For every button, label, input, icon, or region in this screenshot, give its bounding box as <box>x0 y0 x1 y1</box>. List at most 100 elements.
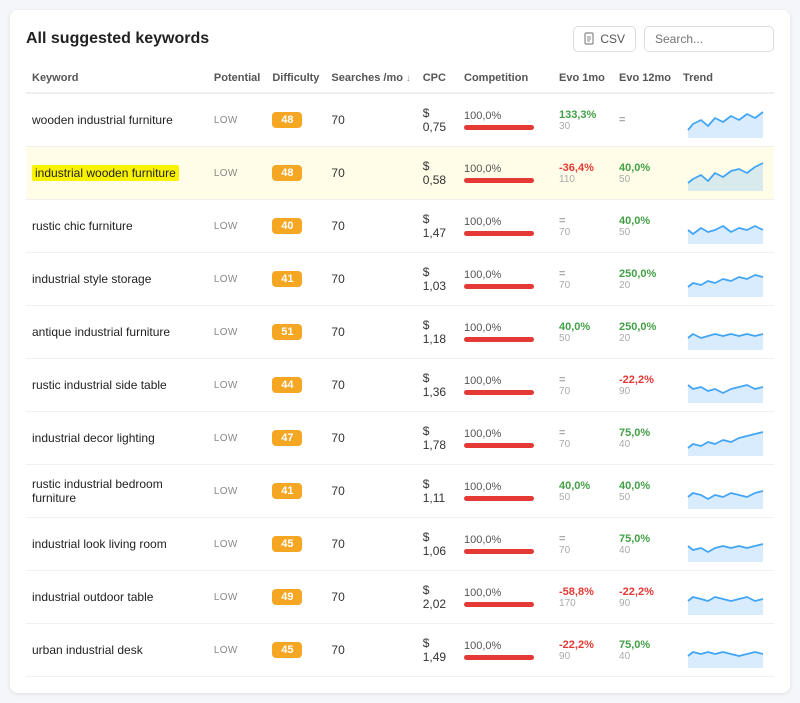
searches-cell: 70 <box>325 412 416 465</box>
difficulty-cell: 48 <box>266 93 325 147</box>
cpc-cell: $ 1,06 <box>417 518 458 571</box>
evo12mo-value: -22,2% <box>619 374 671 386</box>
competition-value: 100,0% <box>464 216 547 228</box>
potential-cell: LOW <box>208 465 266 518</box>
difficulty-cell: 49 <box>266 571 325 624</box>
col-evo12mo: Evo 12mo <box>613 66 677 93</box>
keyword-cell: wooden industrial furniture <box>26 93 208 147</box>
evo12mo-cell: 40,0% 50 <box>613 465 677 518</box>
evo12mo-sub: 40 <box>619 545 671 556</box>
evo1mo-value: -58,8% <box>559 586 607 598</box>
difficulty-cell: 44 <box>266 359 325 412</box>
keyword-cell: antique industrial furniture <box>26 306 208 359</box>
competition-bar-fill <box>464 284 534 289</box>
potential-cell: LOW <box>208 359 266 412</box>
competition-cell: 100,0% <box>458 571 553 624</box>
trend-sparkline <box>683 314 768 350</box>
searches-cell: 70 <box>325 93 416 147</box>
evo12mo-sub: 20 <box>619 280 671 291</box>
competition-bar-bg <box>464 125 534 130</box>
evo12mo-cell: 40,0% 50 <box>613 147 677 200</box>
searches-cell: 70 <box>325 306 416 359</box>
trend-sparkline <box>683 155 768 191</box>
potential-cell: LOW <box>208 253 266 306</box>
col-searches[interactable]: Searches /mo <box>325 66 416 93</box>
evo1mo-sub: 170 <box>559 598 607 609</box>
table-row: industrial outdoor tableLOW4970$ 2,02 10… <box>26 571 774 624</box>
evo1mo-cell: -58,8% 170 <box>553 571 613 624</box>
evo12mo-cell: 75,0% 40 <box>613 624 677 677</box>
cpc-cell: $ 2,02 <box>417 571 458 624</box>
header-row: Keyword Potential Difficulty Searches /m… <box>26 66 774 93</box>
difficulty-cell: 48 <box>266 147 325 200</box>
competition-value: 100,0% <box>464 110 547 122</box>
cpc-cell: $ 1,03 <box>417 253 458 306</box>
table-row: wooden industrial furnitureLOW4870$ 0,75… <box>26 93 774 147</box>
competition-bar-fill <box>464 178 534 183</box>
evo1mo-cell: = 70 <box>553 253 613 306</box>
evo1mo-cell: -22,2% 90 <box>553 624 613 677</box>
evo1mo-value: 40,0% <box>559 321 607 333</box>
keyword-cell: rustic industrial side table <box>26 359 208 412</box>
col-competition: Competition <box>458 66 553 93</box>
evo12mo-value: 40,0% <box>619 480 671 492</box>
difficulty-badge: 41 <box>272 271 302 287</box>
cpc-cell: $ 0,58 <box>417 147 458 200</box>
potential-cell: LOW <box>208 571 266 624</box>
competition-bar-bg <box>464 337 534 342</box>
evo1mo-sub: 70 <box>559 545 607 556</box>
trend-cell <box>677 147 774 200</box>
main-container: All suggested keywords CSV Keyword Poten… <box>10 10 790 693</box>
keyword-cell: rustic industrial bedroom furniture <box>26 465 208 518</box>
competition-value: 100,0% <box>464 163 547 175</box>
searches-cell: 70 <box>325 465 416 518</box>
trend-sparkline <box>683 579 768 615</box>
difficulty-badge: 51 <box>272 324 302 340</box>
trend-cell <box>677 306 774 359</box>
evo1mo-value: -22,2% <box>559 639 607 651</box>
evo1mo-cell: = 70 <box>553 412 613 465</box>
trend-cell <box>677 571 774 624</box>
competition-bar-fill <box>464 125 534 130</box>
competition-value: 100,0% <box>464 428 547 440</box>
searches-cell: 70 <box>325 518 416 571</box>
page-title: All suggested keywords <box>26 30 209 48</box>
evo1mo-sub: 70 <box>559 227 607 238</box>
table-row: urban industrial deskLOW4570$ 1,49 100,0… <box>26 624 774 677</box>
trend-sparkline <box>683 367 768 403</box>
competition-bar-bg <box>464 443 534 448</box>
searches-cell: 70 <box>325 624 416 677</box>
table-row: industrial look living roomLOW4570$ 1,06… <box>26 518 774 571</box>
competition-bar-bg <box>464 390 534 395</box>
table-row: rustic industrial bedroom furnitureLOW 41… <box>26 465 774 518</box>
potential-cell: LOW <box>208 624 266 677</box>
competition-value: 100,0% <box>464 640 547 652</box>
keyword-cell: rustic chic furniture <box>26 200 208 253</box>
evo1mo-sub: 70 <box>559 439 607 450</box>
trend-cell <box>677 624 774 677</box>
searches-cell: 70 <box>325 571 416 624</box>
evo12mo-cell: -22,2% 90 <box>613 571 677 624</box>
competition-value: 100,0% <box>464 587 547 599</box>
evo12mo-sub: 90 <box>619 598 671 609</box>
evo1mo-cell: 133,3% 30 <box>553 93 613 147</box>
difficulty-badge: 47 <box>272 430 302 446</box>
evo1mo-sub: 90 <box>559 651 607 662</box>
search-input[interactable] <box>644 26 774 52</box>
table-header: Keyword Potential Difficulty Searches /m… <box>26 66 774 93</box>
evo1mo-sub: 30 <box>559 121 607 132</box>
header-actions: CSV <box>573 26 774 52</box>
difficulty-badge: 48 <box>272 112 302 128</box>
evo12mo-value: -22,2% <box>619 586 671 598</box>
page-header: All suggested keywords CSV <box>26 26 774 52</box>
table-row: rustic chic furnitureLOW4070$ 1,47 100,0… <box>26 200 774 253</box>
competition-cell: 100,0% <box>458 306 553 359</box>
trend-cell <box>677 412 774 465</box>
evo1mo-sub: 110 <box>559 174 607 185</box>
table-row: industrial style storageLOW4170$ 1,03 10… <box>26 253 774 306</box>
difficulty-badge: 40 <box>272 218 302 234</box>
keyword-cell: urban industrial desk <box>26 624 208 677</box>
difficulty-badge: 41 <box>272 483 302 499</box>
csv-button[interactable]: CSV <box>573 26 636 52</box>
competition-bar-bg <box>464 655 534 660</box>
